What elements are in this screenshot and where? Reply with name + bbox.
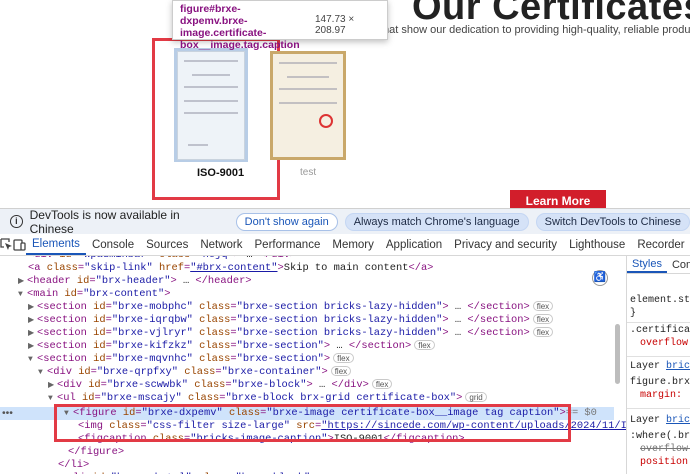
dom-node-section-iqrqbw[interactable]: ▶ <section id="brxe-iqrqbw" class="brxe-s… [28,314,554,327]
switch-to-chinese-button[interactable]: Switch DevTools to Chinese [535,212,690,231]
styles-pane: Styles Com element.style { } .certificat… [626,256,690,474]
style-prop-position[interactable]: position: [640,456,690,469]
style-rule-element: element.style { [630,295,690,306]
elements-scrollbar[interactable] [614,266,622,456]
tab-styles[interactable]: Styles [627,256,667,273]
info-icon: i [10,215,23,228]
highlight-frame-dom [54,404,571,442]
style-layer-bricks-1[interactable]: Layer bricks [630,360,690,373]
dom-node-section-mobphc[interactable]: ▶ <section id="brxe-mobphc" class="brxe-s… [28,301,554,314]
dom-node-div-scwwbk[interactable]: ▶ <div id="brxe-scwwbk" class="brxe-block… [48,379,393,392]
style-rule-where[interactable]: :where(.brxe-im [630,430,690,443]
elements-tree[interactable]: <div id="wpadminbar" class="nojq"> … </d… [0,256,626,474]
dom-node-skip-link[interactable]: <a class="skip-link" href="#brx-content"… [28,262,433,275]
style-rule-figure[interactable]: figure.brxe-ima [630,376,690,389]
certificate-caption-iso9001: ISO-9001 [197,167,245,179]
more-options-icon[interactable]: ••• [2,407,13,420]
dom-node-div-qrpfxy[interactable]: ▼ <div id="brxe-qrpfxy" class="brxe-conta… [38,366,352,379]
style-rule-certificate-box[interactable]: .certificate-box [630,324,690,337]
tab-sources[interactable]: Sources [140,234,194,255]
tab-console[interactable]: Console [86,234,140,255]
dom-node-main[interactable]: ▼ <main id="brx-content"> [18,288,170,301]
tab-performance[interactable]: Performance [249,234,327,255]
dom-node-section-mqvnhc[interactable]: ▼ <section id="brxe-mqvnhc" class="brxe-s… [28,353,354,366]
accessibility-icon[interactable]: ♿ [592,270,608,286]
tab-application[interactable]: Application [380,234,448,255]
tab-lighthouse[interactable]: Lighthouse [563,234,631,255]
page-preview: Our Certificates that show our dedicatio… [0,0,690,208]
tab-computed[interactable]: Com [667,256,690,273]
tab-network[interactable]: Network [194,234,248,255]
dom-node-li-close[interactable]: </li> [58,459,89,472]
dom-node-figure-close[interactable]: </figure> [68,446,124,459]
style-prop-overflow[interactable]: overflow: [640,337,690,350]
tab-memory[interactable]: Memory [326,234,380,255]
tooltip-selector: figure#brxe-dxpemv.brxe-image.certificat… [180,3,300,51]
dom-node-section-kifzkz[interactable]: ▶ <section id="brxe-kifzkz" class="brxe-s… [28,340,435,353]
certificate-caption-test: test [300,167,317,178]
device-toolbar-icon[interactable] [13,234,26,255]
devtools-tabbar: Elements Console Sources Network Performance… [0,234,690,256]
style-prop-overflow-struck[interactable]: overflow: [640,443,690,456]
style-prop-margin[interactable]: margin: [640,389,682,402]
inspect-element-icon[interactable] [0,234,13,255]
dom-node-header[interactable]: ▶ <header id="brx-header"> … </header> [18,275,252,288]
inspect-tooltip: figure#brxe-dxpemv.brxe-image.certificat… [172,0,388,51]
infobar-message: DevTools is now available in Chinese [29,207,180,236]
style-layer-bricks-2[interactable]: Layer bricks [630,414,690,427]
tooltip-dimensions: 147.73 × 208.97 [315,14,355,36]
always-match-language-button[interactable]: Always match Chrome's language [344,212,529,231]
style-rule-element-close: } [630,308,637,319]
learn-more-button[interactable]: Learn More [510,190,606,208]
seal-icon [319,114,333,128]
certificate-image-iso9001[interactable] [177,51,245,160]
dom-node-section-vjlryr[interactable]: ▶ <section id="brxe-vjlryr" class="brxe-s… [28,327,554,340]
dont-show-again-button[interactable]: Don't show again [235,212,338,231]
hero-subtitle: that show our dedication to providing hi… [380,24,690,36]
tab-elements[interactable]: Elements [26,234,86,255]
tab-recorder[interactable]: Recorder [631,234,690,255]
tab-privacy-and-security[interactable]: Privacy and security [448,234,563,255]
certificate-image-test[interactable] [270,51,346,160]
devtools-language-infobar: i DevTools is now available in Chinese D… [0,207,690,236]
